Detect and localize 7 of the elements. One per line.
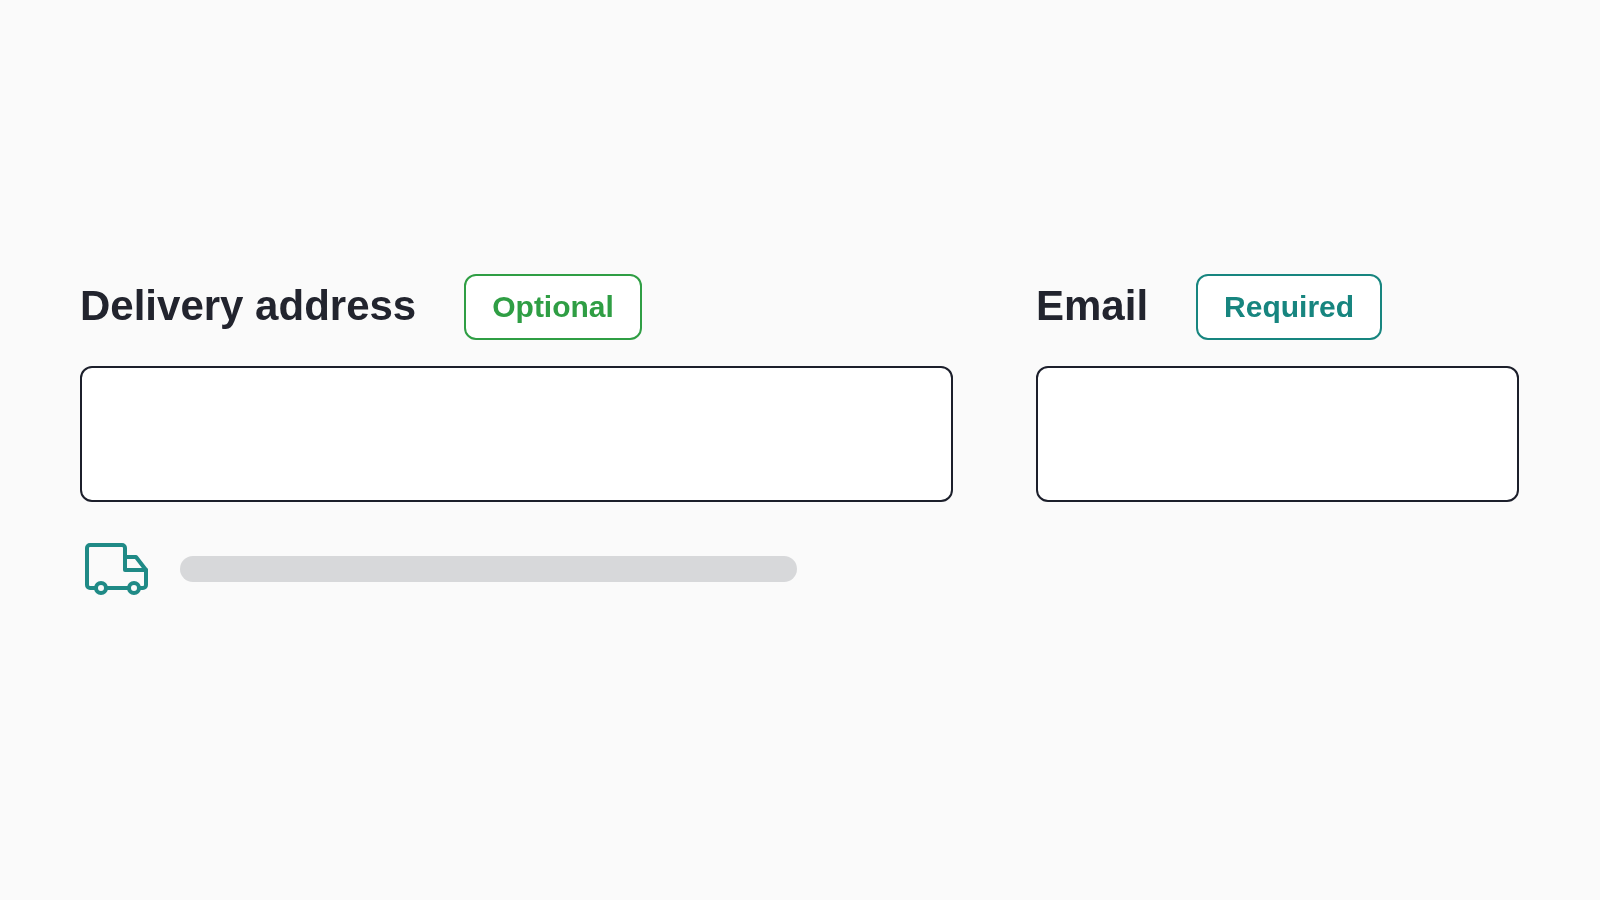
input-field[interactable] bbox=[1036, 366, 1519, 502]
input-field[interactable] bbox=[80, 366, 953, 502]
truck-icon bbox=[84, 542, 149, 595]
field-tag: Required bbox=[1196, 273, 1383, 340]
field-label: Email bbox=[1036, 282, 1149, 331]
field-tag: Optional bbox=[464, 273, 642, 340]
field-label: Delivery address bbox=[80, 282, 417, 331]
